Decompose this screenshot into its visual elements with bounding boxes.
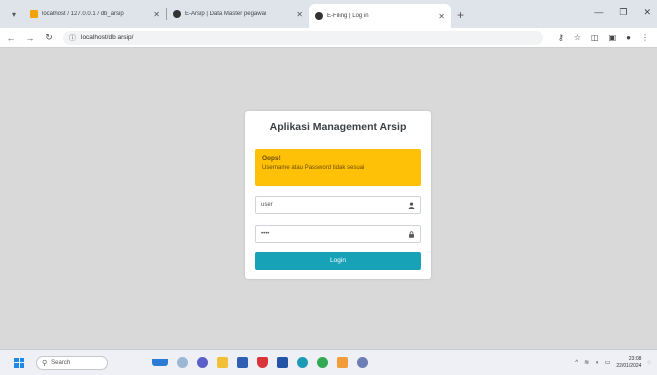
widget-icon[interactable]	[152, 359, 168, 366]
login-button[interactable]: Login	[255, 252, 421, 270]
app-l-icon[interactable]	[277, 357, 288, 368]
store-icon[interactable]	[237, 357, 248, 368]
tab-login-active[interactable]: E-Filing | Log in ✕	[309, 4, 451, 28]
tab-title: E-Arsip | Data Master pegawai	[185, 11, 267, 17]
calendar-app-icon[interactable]	[337, 357, 348, 368]
password-field[interactable]: ••••	[255, 225, 421, 243]
page-content: Aplikasi Management Arsip Oops! Username…	[0, 48, 657, 349]
system-tray: ^ ≋ ◖ ▭ 23:08 22/01/2024 ◌	[575, 356, 651, 370]
chevron-up-icon[interactable]: ^	[575, 360, 578, 366]
weather-icon[interactable]	[177, 357, 188, 368]
login-title: Aplikasi Management Arsip	[269, 121, 407, 133]
error-alert: Oops! Username atau Password tidak sesua…	[255, 149, 421, 186]
phpmyadmin-favicon-icon	[30, 10, 38, 18]
url-input[interactable]: ⓘ localhost/db arsip/	[63, 30, 543, 45]
forward-arrow-icon[interactable]: →	[22, 33, 38, 43]
lock-icon	[407, 230, 415, 238]
globe-favicon-icon	[315, 12, 323, 20]
login-card: Aplikasi Management Arsip Oops! Username…	[245, 111, 431, 279]
alert-message: Username atau Password tidak sesuai	[262, 165, 365, 171]
back-arrow-icon[interactable]: ←	[3, 33, 19, 43]
wifi-icon[interactable]: ≋	[584, 359, 589, 366]
tab-phpmyadmin[interactable]: localhost / 127.0.0.1 / db_arsip ✕	[24, 4, 166, 24]
tab-data-master-pegawai[interactable]: E-Arsip | Data Master pegawai ✕	[167, 4, 309, 24]
clock-time: 23:08	[628, 355, 642, 362]
close-tab-icon[interactable]: ✕	[153, 10, 160, 19]
notification-icon[interactable]: ◌	[647, 360, 651, 366]
url-text: localhost/db arsip/	[81, 34, 134, 41]
close-tab-icon[interactable]: ✕	[438, 12, 445, 21]
bookmark-star-icon[interactable]: ☆	[574, 33, 581, 42]
tab-search-icon[interactable]: ▾	[6, 4, 22, 24]
battery-icon[interactable]: ▭	[605, 359, 611, 366]
chat-icon[interactable]	[197, 357, 208, 368]
sidebar-icon[interactable]: ▣	[609, 33, 617, 42]
taskbar-search-label: Search	[51, 359, 71, 366]
menu-icon[interactable]: ⋮	[641, 33, 649, 42]
tab-title: E-Filing | Log in	[327, 13, 369, 19]
minimize-icon[interactable]: —	[594, 7, 603, 18]
extensions-icon[interactable]: ◫	[591, 33, 599, 42]
new-tab-button[interactable]: +	[457, 8, 464, 22]
profile-icon[interactable]: ●	[626, 33, 631, 42]
address-bar-row: ← → ↻ ⓘ localhost/db arsip/ ⚷ ☆ ◫ ▣ ● ⋮	[0, 28, 657, 48]
toolbar-icons: ⚷ ☆ ◫ ▣ ● ⋮	[558, 33, 649, 42]
volume-icon[interactable]: ◖	[595, 360, 599, 366]
clock-date: 22/01/2024	[616, 362, 642, 369]
clock[interactable]: 23:08 22/01/2024	[616, 356, 641, 370]
alert-title: Oops!	[262, 155, 281, 162]
taskbar-apps	[152, 357, 368, 368]
username-field[interactable]: user	[255, 196, 421, 214]
shield-app-icon[interactable]	[257, 357, 268, 368]
taskbar-search[interactable]: ⚲ Search	[36, 355, 108, 370]
windows-taskbar: ⚲ Search ^ ≋ ◖ ▭ 23:08 22/01/2024 ◌	[0, 349, 657, 375]
site-info-icon[interactable]: ⓘ	[69, 33, 76, 43]
close-tab-icon[interactable]: ✕	[296, 10, 303, 19]
globe-favicon-icon	[173, 10, 181, 18]
edge-icon[interactable]	[297, 357, 308, 368]
reload-icon[interactable]: ↻	[41, 32, 57, 43]
close-window-icon[interactable]: ✕	[643, 7, 651, 18]
search-icon: ⚲	[42, 359, 48, 367]
username-value: user	[261, 202, 273, 208]
user-icon	[407, 201, 415, 209]
restore-icon[interactable]: ❐	[619, 7, 627, 18]
code-editor-icon[interactable]	[357, 357, 368, 368]
password-value: ••••	[261, 231, 270, 237]
windows-start-icon[interactable]	[14, 357, 24, 368]
file-explorer-icon[interactable]	[217, 357, 228, 368]
browser-tab-bar: ▾ localhost / 127.0.0.1 / db_arsip ✕ E-A…	[0, 0, 657, 28]
chrome-icon[interactable]	[317, 357, 328, 368]
window-controls: — ❐ ✕	[594, 7, 651, 18]
tab-title: localhost / 127.0.0.1 / db_arsip	[42, 11, 124, 17]
password-key-icon[interactable]: ⚷	[558, 33, 564, 42]
